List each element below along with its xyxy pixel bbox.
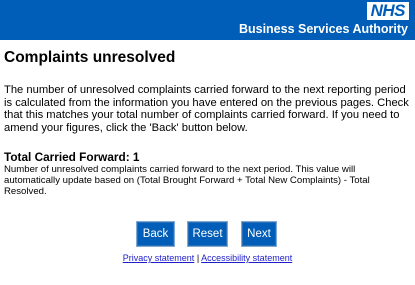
footer-separator: | xyxy=(196,253,200,263)
nhs-logo: NHS xyxy=(366,2,409,20)
header-banner: NHS Business Services Authority xyxy=(0,0,415,40)
total-carried-forward-heading: Total Carried Forward: 1 xyxy=(4,150,140,164)
next-button[interactable]: Next xyxy=(242,222,276,246)
page-title: Complaints unresolved xyxy=(4,49,176,66)
organisation-name: Business Services Authority xyxy=(238,22,408,36)
total-carried-forward-description: Number of unresolved complaints carried … xyxy=(4,164,370,197)
intro-text: The number of unresolved complaints carr… xyxy=(4,84,409,134)
reset-button[interactable]: Reset xyxy=(188,222,227,246)
privacy-statement-link[interactable]: Privacy statement xyxy=(123,253,195,263)
page: NHS Business Services Authority Complain… xyxy=(0,0,415,285)
footer-links: Privacy statement | Accessibility statem… xyxy=(0,253,415,264)
back-button[interactable]: Back xyxy=(137,222,174,246)
accessibility-statement-link[interactable]: Accessibility statement xyxy=(201,253,292,263)
